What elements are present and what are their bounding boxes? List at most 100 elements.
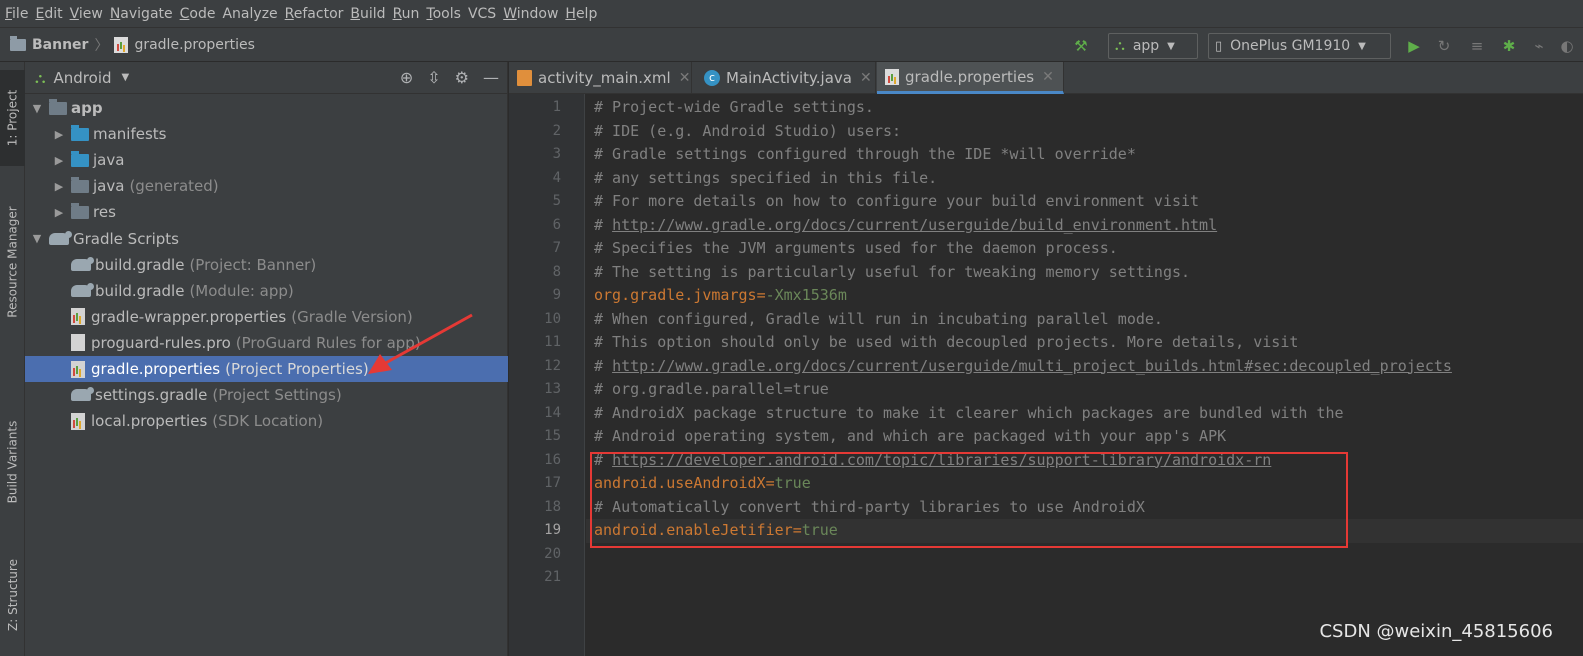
build-variants-tab[interactable]: Build Variants — [0, 407, 25, 517]
line-number: 16 — [544, 451, 561, 468]
property-key: org.gradle.jvmargs — [594, 286, 757, 304]
menu-item[interactable]: View — [69, 6, 109, 22]
gear-icon[interactable]: ⚙ — [455, 68, 469, 87]
code-line[interactable]: # Gradle settings configured through the… — [594, 143, 1136, 167]
menu-item[interactable]: VCS — [467, 6, 502, 22]
chevron-down-icon[interactable]: ▼ — [29, 232, 45, 245]
comment-text: # Specifies the JVM arguments used for t… — [594, 239, 1118, 257]
code-line[interactable]: # For more details on how to configure y… — [594, 190, 1199, 214]
code-line[interactable]: # http://www.gradle.org/docs/current/use… — [594, 355, 1452, 379]
locate-icon[interactable]: ⊕ — [400, 68, 413, 87]
code-line[interactable]: # Android operating system, and which ar… — [594, 425, 1226, 449]
menu-item[interactable]: Run — [392, 6, 426, 22]
close-icon[interactable]: ✕ — [1042, 69, 1054, 85]
menu-item[interactable]: File — [4, 6, 34, 22]
profile-icon[interactable]: ◐ — [1558, 37, 1576, 55]
tree-item-label: java — [93, 151, 125, 170]
local-properties-node[interactable]: local.properties (SDK Location) — [25, 408, 508, 434]
build-gradle-project-node[interactable]: build.gradle (Project: Banner) — [25, 252, 508, 278]
resource-manager-tab[interactable]: Resource Manager — [0, 192, 25, 332]
chevron-down-icon: ▼ — [1358, 40, 1366, 52]
comment-prefix: # — [594, 356, 613, 375]
hide-icon[interactable]: — — [483, 68, 499, 87]
menu-item[interactable]: Edit — [34, 6, 68, 22]
chevron-down-icon[interactable]: ▼ — [29, 102, 45, 115]
app-node[interactable]: ▼ app — [25, 95, 508, 121]
tab-activity-main-xml[interactable]: activity_main.xml ✕ — [509, 62, 692, 94]
code-line[interactable]: # When configured, Gradle will run in in… — [594, 308, 1163, 332]
chevron-right-icon[interactable]: ▶ — [51, 154, 67, 167]
line-number: 2 — [552, 122, 561, 139]
chevron-down-icon[interactable]: ▼ — [122, 72, 130, 83]
tab-label: activity_main.xml — [538, 69, 671, 87]
chevron-right-icon[interactable]: ▶ — [51, 128, 67, 141]
run-icon[interactable]: ▶ — [1405, 37, 1423, 55]
menu-item[interactable]: Help — [564, 6, 603, 22]
file-icon — [71, 360, 85, 378]
collapse-all-icon[interactable]: ⇳ — [427, 68, 440, 87]
manifests-node[interactable]: ▶ manifests — [25, 121, 508, 147]
tab-gradle-properties[interactable]: gradle.properties ✕ — [877, 62, 1064, 94]
java-node[interactable]: ▶ java — [25, 147, 508, 173]
gradle-scripts-node[interactable]: ▼ Gradle Scripts — [25, 226, 508, 252]
code-line[interactable]: # http://www.gradle.org/docs/current/use… — [594, 214, 1217, 238]
tree-item-label: build.gradle — [95, 281, 185, 300]
run-config-select[interactable]: ⛬ app ▼ — [1108, 33, 1198, 59]
menu-item[interactable]: Navigate — [109, 6, 179, 22]
line-number: 4 — [552, 169, 561, 186]
gradle-icon — [49, 230, 72, 245]
comment-prefix: # — [594, 215, 613, 234]
menu-item[interactable]: Tools — [425, 6, 467, 22]
chevron-right-icon[interactable]: ▶ — [51, 206, 67, 219]
breadcrumb-project[interactable]: Banner — [32, 37, 88, 53]
menu-bar: File Edit View Navigate Code Analyze Refactor B… — [0, 0, 1583, 27]
folder-icon — [71, 202, 89, 219]
menu-item[interactable]: Window — [502, 6, 564, 22]
comment-link[interactable]: http://www.gradle.org/docs/current/userg… — [612, 357, 1452, 375]
code-line[interactable]: # Specifies the JVM arguments used for t… — [594, 237, 1118, 261]
menu-item[interactable]: Code — [179, 6, 222, 22]
code-line[interactable]: # AndroidX package structure to make it … — [594, 402, 1344, 426]
apply-code-changes-icon[interactable]: ≡ — [1468, 37, 1486, 55]
menu-item[interactable]: Build — [349, 6, 391, 22]
project-tool-tab[interactable]: 1: Project — [0, 70, 25, 166]
hammer-icon[interactable]: ⚒ — [1072, 37, 1090, 55]
tree-item-label: Gradle Scripts — [73, 229, 179, 248]
breadcrumb-file[interactable]: gradle.properties — [134, 37, 255, 53]
code-line[interactable]: # any settings specified in this file. — [594, 167, 937, 191]
close-icon[interactable]: ✕ — [679, 70, 691, 86]
build-gradle-module-node[interactable]: build.gradle (Module: app) — [25, 278, 508, 304]
tree-item-label: java — [93, 177, 125, 196]
tree-item-label: res — [93, 203, 116, 222]
line-number: 19 — [544, 522, 561, 538]
close-icon[interactable]: ✕ — [860, 70, 872, 86]
tree-item-suffix: (SDK Location) — [212, 412, 324, 431]
tab-main-activity-java[interactable]: c MainActivity.java ✕ — [696, 62, 876, 94]
project-view-select[interactable]: Android — [54, 69, 112, 87]
code-line[interactable]: # The setting is particularly useful for… — [594, 261, 1190, 285]
gradle-icon — [71, 282, 94, 297]
comment-text: # IDE (e.g. Android Studio) users: — [594, 121, 902, 140]
java-generated-node[interactable]: ▶ java (generated) — [25, 173, 508, 199]
file-icon — [71, 412, 85, 430]
comment-link[interactable]: http://www.gradle.org/docs/current/userg… — [612, 216, 1217, 234]
code-line[interactable]: # Project-wide Gradle settings. — [594, 96, 874, 120]
structure-tab[interactable]: Z: Structure — [0, 547, 25, 642]
chevron-right-icon[interactable]: ▶ — [51, 180, 67, 193]
apply-changes-icon[interactable]: ↻ — [1435, 37, 1453, 55]
code-line[interactable]: # This option should only be used with d… — [594, 331, 1298, 355]
code-line[interactable]: # org.gradle.parallel=true — [594, 378, 829, 402]
menu-item[interactable]: Refactor — [284, 6, 350, 22]
device-select[interactable]: ▯ OnePlus GM1910 ▼ — [1208, 33, 1391, 59]
debug-icon[interactable]: ✱ — [1500, 37, 1518, 55]
res-node[interactable]: ▶ res — [25, 199, 508, 225]
code-line[interactable]: org.gradle.jvmargs=-Xmx1536m — [594, 284, 847, 308]
code-line[interactable]: # IDE (e.g. Android Studio) users: — [594, 120, 901, 144]
settings-gradle-node[interactable]: settings.gradle (Project Settings) — [25, 382, 508, 408]
tab-label: MainActivity.java — [726, 69, 852, 87]
tree-item-suffix: (Project Properties) — [225, 360, 369, 378]
menu-item[interactable]: Analyze — [221, 6, 283, 22]
folder-icon — [10, 36, 26, 51]
code-area[interactable]: # Project-wide Gradle settings. # IDE (e.… — [586, 94, 1583, 656]
attach-debugger-icon[interactable]: ⌁ — [1530, 37, 1548, 55]
